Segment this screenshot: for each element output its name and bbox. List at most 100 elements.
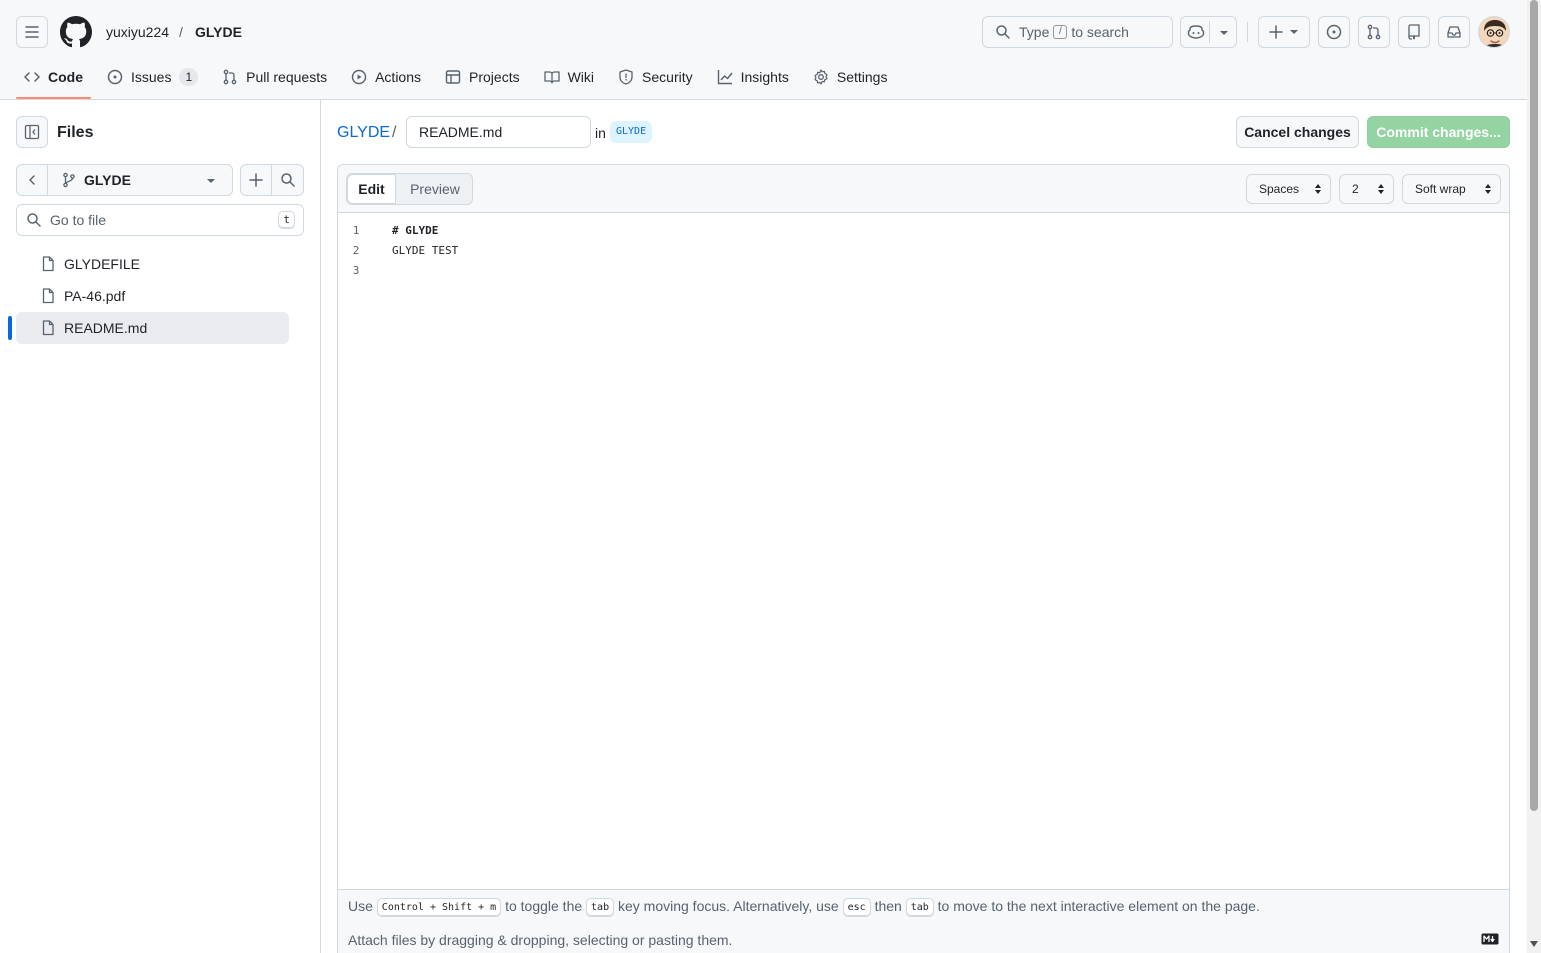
inbox-button[interactable]	[1438, 16, 1470, 48]
commit-changes-button[interactable]: Commit changes...	[1367, 116, 1510, 148]
git-pull-request-icon	[223, 69, 237, 84]
line-text: # GLYDE	[392, 224, 439, 237]
github-logo-icon[interactable]	[60, 16, 92, 48]
search-input[interactable]: Type / to search	[982, 16, 1173, 48]
file-item-glydefile[interactable]: GLYDEFILE	[16, 248, 289, 280]
branch-selector[interactable]: GLYDE	[47, 164, 233, 196]
cancel-changes-button[interactable]: Cancel changes	[1236, 116, 1359, 148]
wrap-mode-select[interactable]: Soft wrap	[1402, 174, 1501, 204]
tab-insights[interactable]: Insights	[709, 60, 797, 93]
sidebar-collapse-icon	[24, 124, 40, 140]
issues-counter: 1	[179, 67, 199, 86]
collapse-sidebar-button[interactable]	[16, 116, 48, 148]
add-file-button[interactable]	[240, 164, 272, 196]
page-scrollbar[interactable]	[1527, 0, 1541, 953]
line-number: 3	[352, 264, 360, 277]
repositories-button[interactable]	[1398, 16, 1430, 48]
graph-icon	[717, 69, 733, 84]
chevron-down-icon	[1290, 30, 1298, 34]
code-icon	[24, 71, 40, 82]
table-icon	[445, 69, 461, 84]
chevron-down-icon	[1220, 31, 1228, 35]
repo-icon	[1408, 24, 1420, 40]
select-arrows-icon	[1485, 184, 1491, 194]
breadcrumb-repo[interactable]: GLYDE	[195, 23, 242, 41]
issue-opened-icon	[1326, 24, 1342, 40]
tab-issues[interactable]: Issues 1	[99, 60, 206, 93]
hint-shortcut-key: Control + Shift + m	[376, 897, 502, 917]
editor-footer: Use Control + Shift + m to toggle the ta…	[338, 889, 1509, 953]
select-arrows-icon	[1315, 184, 1321, 194]
code-editor: Edit Preview Spaces 2 Soft wrap 1 # GLYD…	[337, 164, 1510, 953]
code-line: 3	[338, 261, 1509, 281]
tab-code[interactable]: Code	[16, 60, 91, 99]
indent-mode-value: Spaces	[1259, 182, 1300, 196]
tab-pull-requests[interactable]: Pull requests	[214, 60, 335, 93]
hint-use: Use	[348, 898, 373, 914]
back-button[interactable]	[16, 164, 48, 196]
hamburger-menu-button[interactable]	[16, 16, 48, 48]
tab-insights-label: Insights	[740, 68, 789, 85]
create-new-button[interactable]	[1258, 16, 1310, 48]
triangle-down-icon	[207, 179, 215, 183]
go-to-file-input[interactable]: Go to file t	[16, 204, 304, 236]
filename-input[interactable]: README.md	[406, 116, 591, 148]
indent-size-value: 2	[1352, 182, 1359, 196]
editor-toolbar: Edit Preview Spaces 2 Soft wrap	[338, 165, 1509, 213]
tab-projects[interactable]: Projects	[437, 60, 528, 93]
editor-breadcrumb-repo[interactable]: GLYDE	[337, 123, 390, 143]
breadcrumb-owner[interactable]: yuxiyu224	[106, 23, 169, 41]
hint-then: then	[874, 898, 902, 914]
code-line: 2 GLYDE TEST	[338, 241, 1509, 261]
pull-requests-button[interactable]	[1358, 16, 1390, 48]
scrollbar-thumb[interactable]	[1530, 0, 1538, 811]
code-area[interactable]: 1 # GLYDE 2 GLYDE TEST 3	[338, 213, 1509, 889]
active-file-indicator	[8, 316, 12, 340]
indent-size-select[interactable]: 2	[1339, 174, 1394, 204]
copilot-button[interactable]	[1180, 16, 1237, 48]
search-suffix: to search	[1071, 24, 1129, 40]
search-files-button[interactable]	[271, 164, 304, 196]
file-name: PA-46.pdf	[64, 288, 126, 304]
hint-esc-key: esc	[842, 897, 871, 917]
tab-settings[interactable]: Settings	[805, 60, 896, 93]
tab-wiki[interactable]: Wiki	[536, 60, 602, 93]
select-arrows-icon	[1378, 184, 1384, 194]
tab-code-label: Code	[48, 68, 83, 85]
search-icon	[996, 25, 1010, 39]
breadcrumb-separator: /	[179, 24, 183, 40]
go-to-file-placeholder: Go to file	[50, 212, 107, 228]
file-item-readme-md[interactable]: README.md	[16, 312, 289, 344]
focus-hint: Use Control + Shift + m to toggle the ta…	[348, 896, 1260, 917]
filename-value: README.md	[419, 124, 503, 140]
file-icon	[42, 256, 54, 272]
plus-icon	[1269, 25, 1283, 39]
global-header: yuxiyu224 / GLYDE Type / to search Code	[0, 0, 1527, 100]
file-name: README.md	[64, 320, 148, 336]
tab-actions[interactable]: Actions	[343, 60, 429, 93]
git-pull-request-icon	[1367, 24, 1381, 40]
gear-icon	[814, 68, 828, 85]
plus-icon	[249, 173, 263, 187]
hint-toggle: to toggle the	[505, 898, 583, 914]
avatar[interactable]	[1478, 16, 1510, 48]
book-icon	[543, 70, 560, 84]
sidebar-title: Files	[57, 124, 94, 141]
repo-navigation: Code Issues 1 Pull requests Actions Proj…	[16, 60, 903, 100]
line-text: GLYDE TEST	[392, 244, 459, 257]
issues-button[interactable]	[1318, 16, 1350, 48]
hint-tab-key-2: tab	[905, 897, 934, 917]
attach-files-hint[interactable]: Attach files by dragging & dropping, sel…	[348, 930, 732, 950]
editor-breadcrumb-separator: /	[392, 124, 397, 141]
copilot-icon	[1187, 25, 1205, 39]
scroll-down-arrow-icon[interactable]	[1530, 941, 1538, 947]
search-shortcut-key: /	[1053, 25, 1068, 39]
file-item-pa-46-pdf[interactable]: PA-46.pdf	[16, 280, 289, 312]
tab-edit[interactable]: Edit	[347, 174, 396, 204]
play-icon	[351, 69, 367, 84]
wrap-mode-value: Soft wrap	[1415, 182, 1466, 196]
tab-security[interactable]: Security	[610, 60, 701, 93]
tab-actions-label: Actions	[375, 68, 422, 85]
tab-preview[interactable]: Preview	[399, 174, 471, 204]
indent-mode-select[interactable]: Spaces	[1246, 174, 1331, 204]
